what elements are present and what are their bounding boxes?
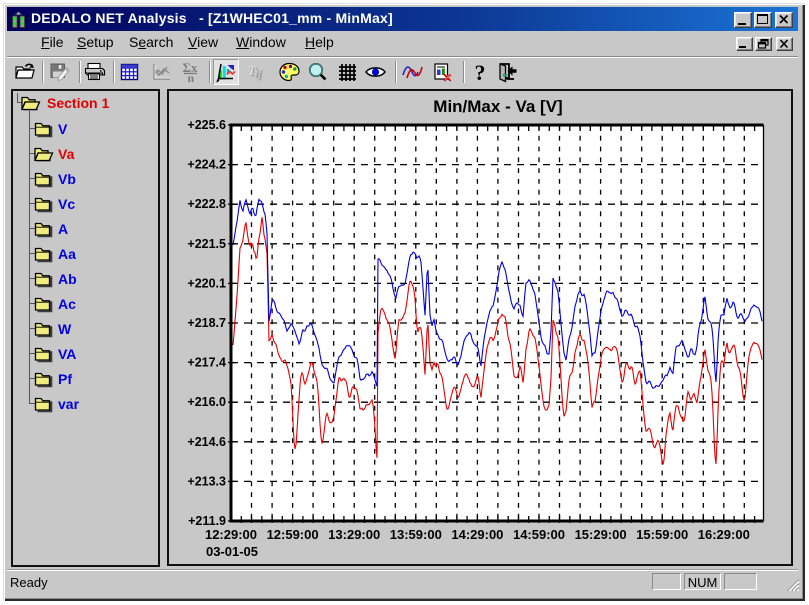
svg-text:+216.0: +216.0 bbox=[187, 395, 226, 409]
svg-text:03-01-05: 03-01-05 bbox=[206, 544, 258, 559]
svg-text:ij: ij bbox=[256, 67, 263, 81]
svg-text:14:29:00: 14:29:00 bbox=[451, 527, 503, 542]
svg-text:+224.2: +224.2 bbox=[187, 158, 226, 172]
svg-text:16:29:00: 16:29:00 bbox=[698, 527, 750, 542]
svg-text:12:29:00: 12:29:00 bbox=[205, 527, 257, 542]
svg-text:+214.6: +214.6 bbox=[187, 435, 226, 449]
svg-text:15:29:00: 15:29:00 bbox=[575, 527, 627, 542]
svg-text:+213.3: +213.3 bbox=[187, 474, 226, 488]
svg-text:+217.4: +217.4 bbox=[187, 356, 226, 370]
svg-text:n: n bbox=[188, 71, 195, 83]
svg-text:+225.6: +225.6 bbox=[187, 118, 226, 132]
svg-text:+221.5: +221.5 bbox=[187, 237, 226, 251]
svg-text:+222.8: +222.8 bbox=[187, 197, 226, 211]
svg-text:13:59:00: 13:59:00 bbox=[390, 527, 442, 542]
svg-text:+211.9: +211.9 bbox=[188, 514, 226, 528]
svg-text:12:59:00: 12:59:00 bbox=[267, 527, 319, 542]
svg-text:T: T bbox=[248, 63, 257, 78]
svg-text:+218.7: +218.7 bbox=[187, 316, 226, 330]
svg-text:+220.1: +220.1 bbox=[187, 276, 226, 290]
svg-text:15:59:00: 15:59:00 bbox=[636, 527, 688, 542]
svg-text:13:29:00: 13:29:00 bbox=[328, 527, 380, 542]
svg-text:14:59:00: 14:59:00 bbox=[513, 527, 565, 542]
svg-text:?: ? bbox=[475, 61, 486, 83]
